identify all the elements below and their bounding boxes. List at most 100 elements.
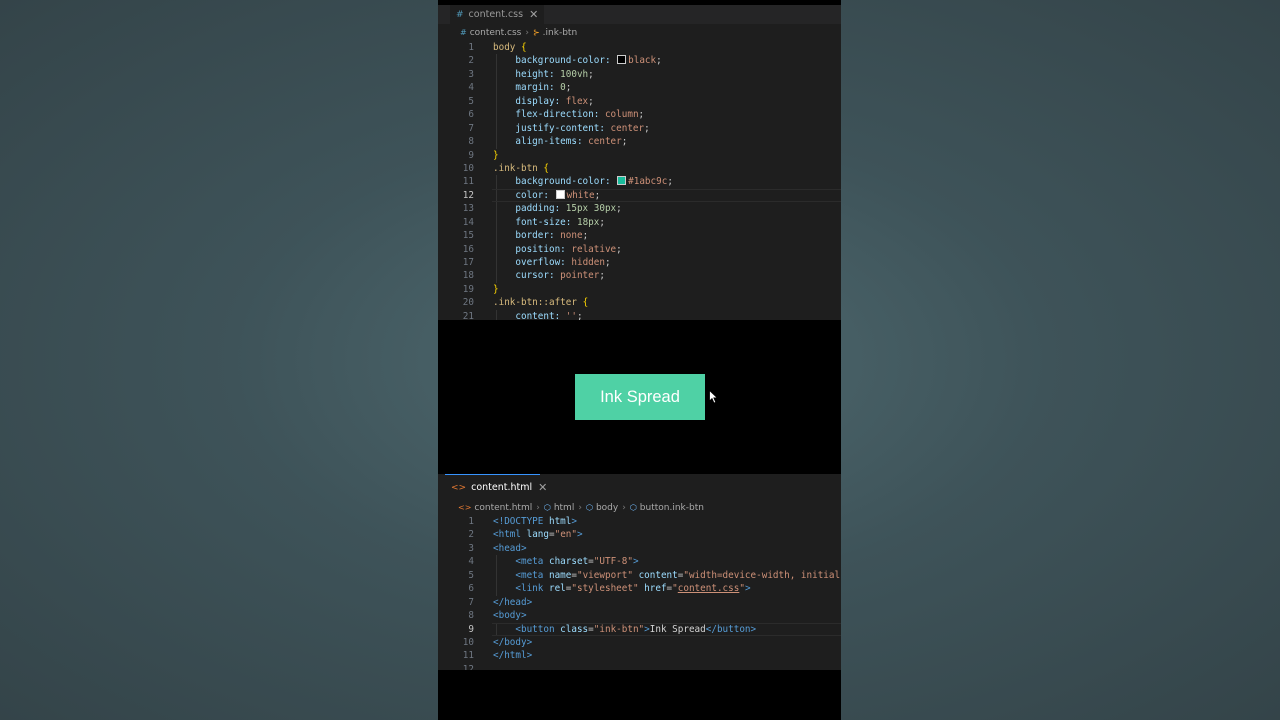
line-text: <html lang="en"> [493, 528, 583, 541]
code-token: display: [493, 95, 566, 107]
line-text: background-color: black; [493, 54, 662, 67]
tab-content-css[interactable]: # content.css ✕ [450, 5, 545, 24]
code-token: <button [493, 623, 561, 635]
tab-content-html[interactable]: <> content.html ✕ [445, 474, 547, 500]
line-text: content: ''; [493, 310, 582, 320]
code-token: <!DOCTYPE [493, 516, 549, 527]
line-number: 1 [468, 516, 474, 527]
code-token: pointer [560, 270, 600, 282]
line-text: align-items: center; [493, 135, 627, 148]
element-icon: ⬡ [585, 503, 593, 512]
code-line[interactable]: 9} [438, 149, 841, 162]
line-text: <head> [493, 542, 527, 555]
line-text: font-size: 18px; [493, 216, 605, 229]
line-text: <meta charset="UTF-8"> [493, 555, 638, 568]
code-line[interactable]: 3 height: 100vh; [438, 67, 841, 82]
line-text: } [493, 149, 499, 162]
close-icon[interactable]: ✕ [529, 8, 538, 21]
css-code-area[interactable]: 1 body {2 background-color: black; 3 heigh… [438, 41, 841, 320]
code-line[interactable]: 5 display: flex; [438, 94, 841, 109]
code-line[interactable]: 1 <!DOCTYPE html> [438, 515, 841, 528]
close-icon[interactable]: ✕ [538, 481, 547, 494]
code-line[interactable]: 3 <head> [438, 542, 841, 555]
code-line[interactable]: 4 <meta charset="UTF-8"> [438, 555, 841, 569]
code-line[interactable]: 10 .ink-btn { [438, 162, 841, 175]
breadcrumb-selector[interactable]: ⊱ .ink-btn [533, 28, 577, 38]
line-number: 20 [462, 297, 474, 309]
code-line[interactable]: 1 body { [438, 41, 841, 54]
code-line[interactable]: 15 border: none; [438, 229, 841, 243]
code-token: none [560, 230, 583, 242]
code-token: border: [493, 230, 561, 242]
code-token: content.css [677, 583, 740, 595]
code-line[interactable]: 10 </body> [438, 636, 841, 649]
code-line[interactable]: 2 <html lang="en"> [438, 528, 841, 541]
code-line[interactable]: 11 background-color: #1abc9c; [438, 175, 841, 189]
line-number: 8 [468, 610, 474, 622]
code-line[interactable]: 14 font-size: 18px; [438, 215, 841, 230]
code-token: flex [565, 95, 589, 107]
code-token: <head> [493, 542, 527, 554]
code-line[interactable]: 21 content: ''; [438, 309, 841, 320]
code-line[interactable]: 12 [438, 663, 841, 670]
code-line[interactable]: 2 background-color: black; [438, 54, 841, 68]
ink-spread-button[interactable]: Ink Spread [575, 374, 705, 420]
preview-area: Ink Spread [438, 320, 841, 470]
code-line[interactable]: 8 <body> [438, 609, 841, 622]
line-number: 2 [468, 55, 474, 67]
code-line[interactable]: 9 <button class="ink-btn">Ink Spread</bu… [438, 622, 841, 637]
chevron-right-icon: › [622, 502, 626, 513]
line-text: justify-content: center; [493, 122, 649, 135]
code-line[interactable]: 20 .ink-btn::after { [438, 296, 841, 309]
line-text: padding: 15px 30px; [493, 202, 622, 215]
code-token: <meta [493, 569, 549, 581]
code-token: ; [582, 230, 589, 242]
code-line[interactable]: 5 <meta name="viewport" content="width=d… [438, 568, 841, 583]
code-line[interactable]: 13 padding: 15px 30px; [438, 202, 841, 216]
code-line[interactable]: 4 margin: 0; [438, 81, 841, 95]
code-line[interactable]: 6 <link rel="stylesheet" href="content.c… [438, 582, 841, 596]
breadcrumb-body[interactable]: ⬡ body [586, 503, 618, 513]
breadcrumb-html[interactable]: ⬡ html [544, 503, 575, 513]
code-line[interactable]: 8 align-items: center; [438, 135, 841, 149]
code-token: "UTF-8" [593, 556, 633, 568]
css-editor: # content.css ✕ # content.css › ⊱ .ink-b… [438, 5, 841, 320]
color-swatch[interactable] [555, 189, 565, 199]
code-token: content: [493, 310, 566, 320]
code-line[interactable]: 11 </html> [438, 649, 841, 662]
breadcrumb-file[interactable]: # content.css [460, 28, 521, 38]
code-line[interactable]: 16 position: relative; [438, 242, 841, 256]
line-text: height: 100vh; [493, 68, 594, 81]
code-token: html [548, 516, 572, 527]
chevron-right-icon: › [536, 502, 540, 513]
line-number: 15 [462, 230, 474, 242]
html-code-area[interactable]: 1 <!DOCTYPE html> 2 <html lang="en"> 3 <head>… [438, 515, 841, 670]
line-number: 3 [468, 542, 474, 554]
breadcrumb-label: button.ink-btn [639, 502, 704, 513]
breadcrumb-file[interactable]: <> content.html [458, 503, 532, 513]
color-swatch[interactable] [617, 176, 627, 186]
line-text: color: white; [493, 189, 600, 202]
code-line[interactable]: 7 justify-content: center; [438, 121, 841, 136]
code-line[interactable]: 12 color: white; [438, 188, 841, 203]
code-line[interactable]: 17 overflow: hidden; [438, 256, 841, 270]
code-token: } [493, 149, 499, 161]
breadcrumb-button[interactable]: ⬡ button.ink-btn [630, 503, 704, 513]
chevron-right-icon: › [525, 27, 529, 38]
color-swatch[interactable] [617, 55, 627, 65]
line-number: 3 [468, 68, 474, 80]
line-number: 7 [468, 596, 474, 608]
line-text: cursor: pointer; [493, 269, 605, 282]
code-token: ; [616, 203, 622, 215]
code-line[interactable]: 18 cursor: pointer; [438, 269, 841, 283]
html-editor: <> content.html ✕ <> content.html › ⬡ ht… [438, 474, 841, 670]
code-token: 100vh [560, 68, 589, 80]
code-token: ; [621, 136, 628, 148]
code-token: align-items: [493, 136, 589, 148]
code-token: ; [588, 68, 594, 80]
code-token: "width=device-width, initial-s [683, 569, 841, 581]
code-line[interactable]: 6 flex-direction: column; [438, 108, 841, 122]
code-token: <meta [493, 556, 549, 568]
code-line[interactable]: 7 </head> [438, 596, 841, 609]
code-line[interactable]: 19} [438, 283, 841, 296]
